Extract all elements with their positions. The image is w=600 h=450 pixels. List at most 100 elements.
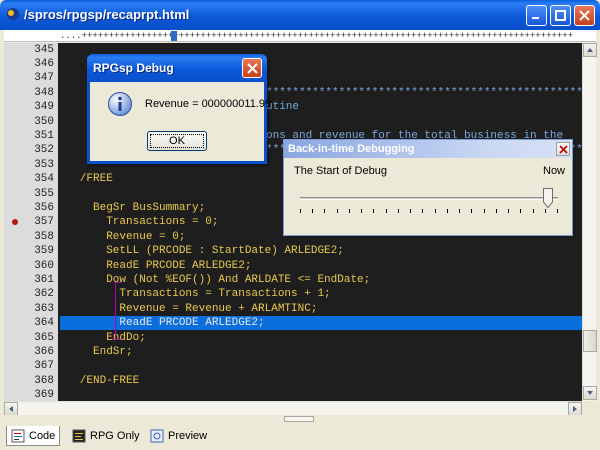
code-line[interactable]: /END-FREE	[60, 374, 582, 388]
splitter-grip[interactable]	[284, 416, 314, 422]
line-number: 346	[34, 58, 54, 70]
pane-splitter[interactable]	[4, 415, 596, 423]
line-number: 354	[34, 173, 54, 185]
close-icon	[559, 145, 568, 154]
breakpoint-marker[interactable]	[12, 219, 18, 225]
close-button[interactable]	[574, 5, 595, 26]
dialog-close-button[interactable]	[242, 58, 262, 78]
time-slider-track[interactable]	[300, 197, 558, 200]
line-number: 356	[34, 202, 54, 214]
arrow-left-icon	[9, 406, 13, 412]
scroll-down-button[interactable]	[583, 386, 597, 400]
minimize-icon	[532, 17, 539, 19]
scroll-left-button[interactable]	[4, 402, 18, 416]
line-number: 349	[34, 101, 54, 113]
slider-tick	[471, 209, 472, 213]
slider-tick	[435, 209, 436, 213]
line-number: 358	[34, 231, 54, 243]
tab-code[interactable]: Code	[6, 426, 61, 446]
line-number: 355	[34, 188, 54, 200]
ruler-text: ....++++++++++++++++++++++++++++++++++++…	[60, 31, 574, 41]
line-number: 362	[34, 288, 54, 300]
tab-preview[interactable]: Preview	[146, 426, 211, 446]
slider-tick	[398, 209, 399, 213]
slider-tick	[300, 209, 301, 213]
close-icon	[579, 10, 590, 21]
preview-icon	[150, 429, 164, 443]
line-number: 359	[34, 245, 54, 257]
panel-close-button[interactable]	[556, 142, 570, 156]
slider-tick	[312, 209, 313, 213]
info-icon	[108, 92, 132, 116]
code-comment-line[interactable]: ****************************************…	[266, 86, 582, 100]
slider-tick	[459, 209, 460, 213]
code-line[interactable]: Dow (Not %EOF()) And ARLDATE <= EndDate;	[60, 273, 582, 287]
back-in-time-panel: Back-in-time Debugging The Start of Debu…	[283, 139, 573, 236]
line-number: 352	[34, 144, 54, 156]
line-number: 367	[34, 360, 54, 372]
time-slider-thumb[interactable]	[543, 188, 553, 208]
rpg-file-icon	[72, 429, 86, 443]
dialog-titlebar[interactable]: RPGsp Debug	[87, 54, 267, 82]
block-bracket-marker	[115, 282, 121, 340]
line-number: 364	[34, 317, 54, 329]
slider-tick	[533, 209, 534, 213]
scroll-up-button[interactable]	[583, 43, 597, 57]
tab-rpg-only[interactable]: RPG Only	[68, 426, 144, 446]
line-number-gutter[interactable]: 345 346 347 348 349 350 351 352 353 354 …	[4, 43, 58, 401]
line-number: 348	[34, 87, 54, 99]
code-line[interactable]: SetLL (PRCODE : StartDate) ARLEDGE2;	[60, 244, 582, 258]
code-line[interactable]: EndDo;	[60, 331, 582, 345]
line-number: 363	[34, 303, 54, 315]
slider-tick	[422, 209, 423, 213]
minimize-button[interactable]	[526, 5, 547, 26]
ruler-cursor-marker	[171, 31, 177, 41]
line-number: 366	[34, 346, 54, 358]
line-number: 360	[34, 260, 54, 272]
slider-start-label: The Start of Debug	[294, 165, 387, 177]
slider-tick	[373, 209, 374, 213]
slider-tick	[447, 209, 448, 213]
line-number: 347	[34, 72, 54, 84]
app-logo-icon	[7, 8, 19, 20]
line-number: 351	[34, 130, 54, 142]
dialog-message: Revenue = 000000011.99	[145, 98, 272, 110]
debug-message-dialog: RPGsp Debug Revenue = 000000011.99 OK	[87, 54, 271, 164]
code-file-icon	[11, 429, 25, 442]
line-number: 368	[34, 375, 54, 387]
slider-tick	[349, 209, 350, 213]
slider-tick	[557, 209, 558, 213]
ok-button[interactable]: OK	[147, 131, 207, 151]
slider-tick	[337, 209, 338, 213]
tab-label: Code	[29, 429, 56, 442]
code-line[interactable]: Transactions = Transactions + 1;	[60, 287, 582, 301]
horizontal-scrollbar[interactable]	[4, 401, 582, 416]
maximize-button[interactable]	[550, 5, 571, 26]
arrow-up-icon	[587, 48, 593, 52]
slider-tick	[484, 209, 485, 213]
slider-tick	[410, 209, 411, 213]
code-line[interactable]: ReadE PRCODE ARLEDGE2;	[60, 259, 582, 273]
slider-tick	[361, 209, 362, 213]
code-line[interactable]: EndSr;	[60, 345, 582, 359]
tab-label: Preview	[168, 430, 208, 442]
window-titlebar[interactable]: /spros/rpgsp/recaprpt.html	[0, 0, 600, 30]
slider-tick	[545, 209, 546, 213]
view-tabs: Code RPG Only Preview	[4, 424, 596, 448]
slider-tick	[520, 209, 521, 213]
scroll-right-button[interactable]	[568, 402, 582, 416]
code-comment-line[interactable]: utine	[266, 100, 582, 114]
panel-titlebar[interactable]: Back-in-time Debugging	[284, 140, 572, 158]
slider-tick	[508, 209, 509, 213]
code-line[interactable]: Revenue = Revenue + ARLAMTINC;	[60, 302, 582, 316]
slider-tick	[324, 209, 325, 213]
column-ruler: ....++++++++++++++++++++++++++++++++++++…	[4, 30, 596, 42]
slider-ticks	[300, 209, 558, 215]
panel-title: Back-in-time Debugging	[288, 143, 415, 155]
arrow-right-icon	[573, 406, 577, 412]
current-execution-line[interactable]: ReadE PRCODE ARLEDGE2;	[60, 316, 582, 330]
vertical-scrollbar[interactable]	[582, 43, 597, 401]
vertical-scroll-thumb[interactable]	[583, 330, 597, 352]
close-icon	[247, 63, 258, 74]
line-number: 350	[34, 116, 54, 128]
